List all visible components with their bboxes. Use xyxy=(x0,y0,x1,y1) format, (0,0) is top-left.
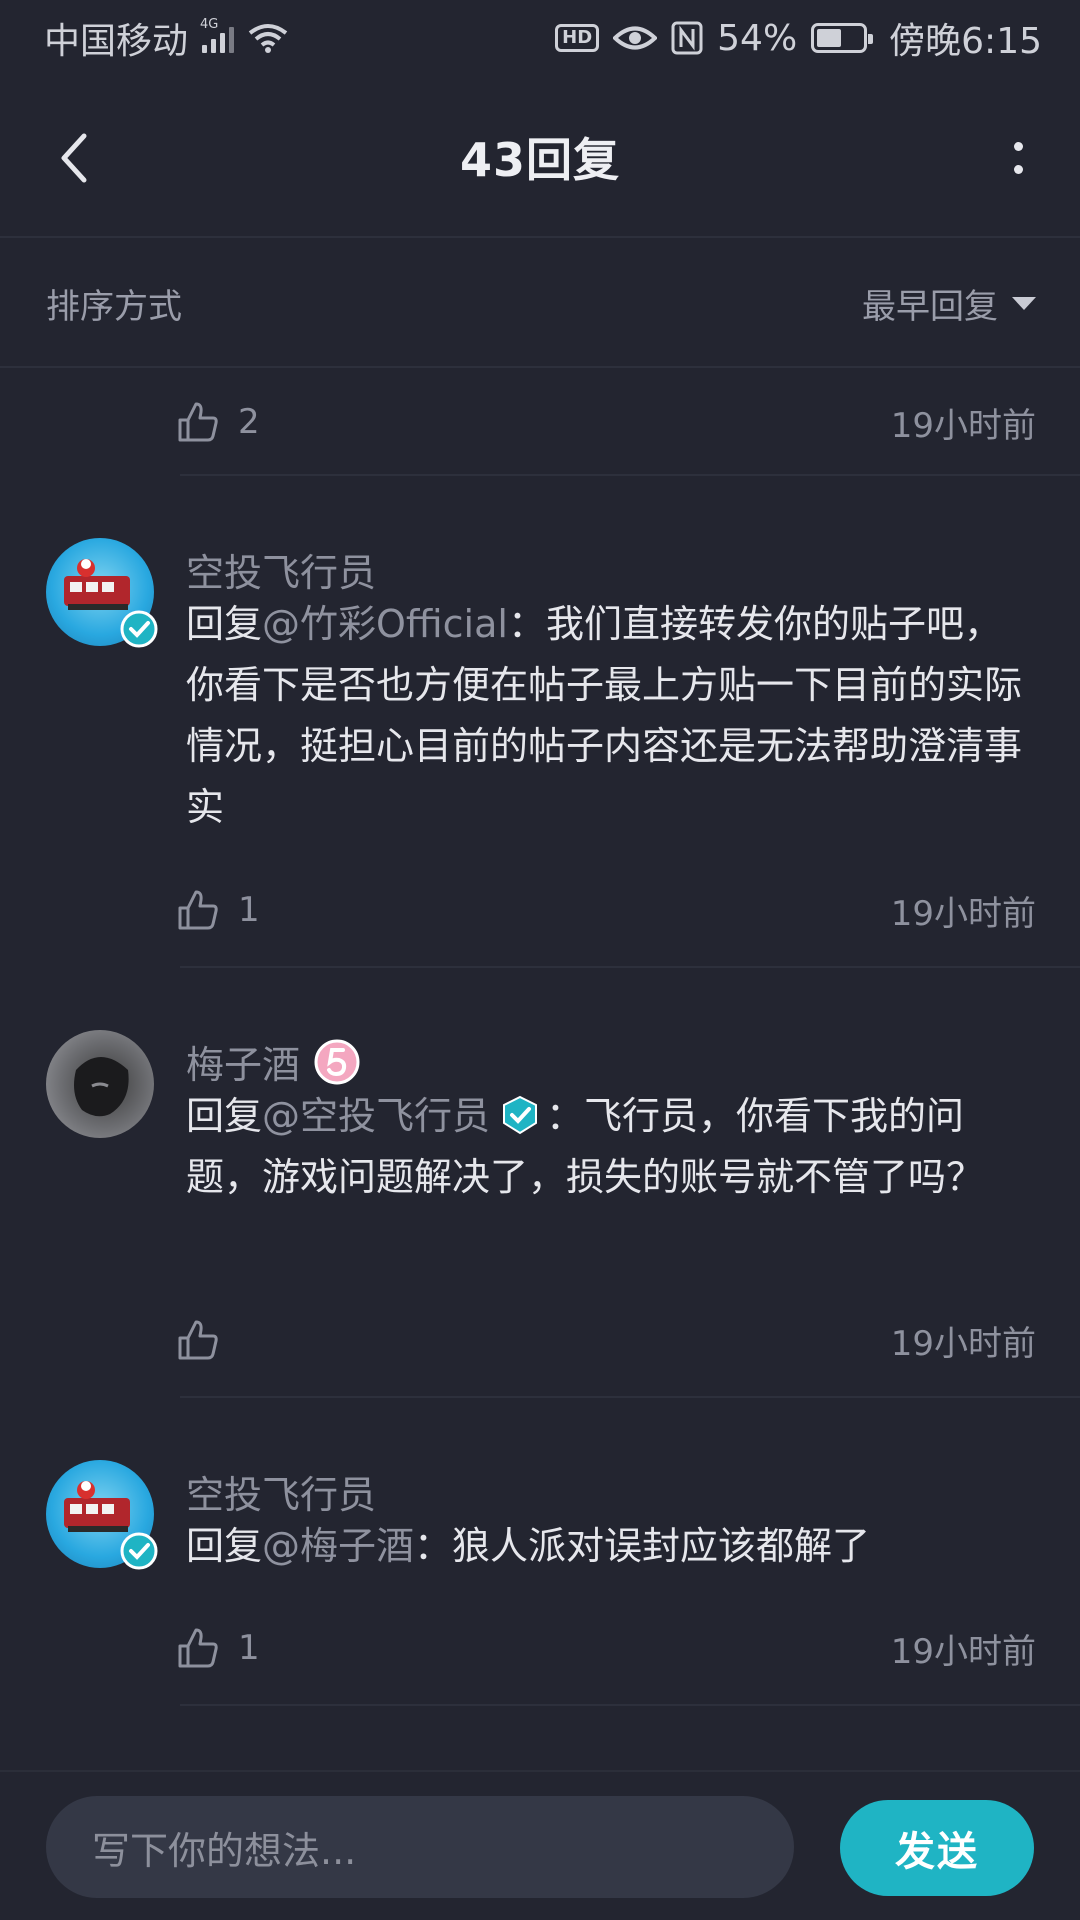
verified-badge-icon xyxy=(120,1532,158,1570)
status-bar: 中国移动 4G HD 54% 傍晚6:15 xyxy=(0,0,1080,76)
thumbs-up-icon xyxy=(178,890,218,930)
like-button[interactable] xyxy=(176,1318,238,1362)
comment-actions-partial: 2 19小时前 xyxy=(0,370,1080,474)
like-count: 1 xyxy=(238,890,260,930)
like-button[interactable]: 1 xyxy=(176,1626,260,1670)
back-arrow-icon[interactable] xyxy=(48,128,108,188)
comment-text: 回复@梅子酒：狼人派对误封应该都解了 xyxy=(186,1524,871,1568)
comment-actions: 1 19小时前 xyxy=(176,880,1036,940)
mention-link[interactable]: @竹彩Official xyxy=(262,602,508,646)
comment-actions: 19小时前 xyxy=(176,1310,1036,1370)
comment-actions: 1 19小时前 xyxy=(176,1618,1036,1678)
timestamp: 19小时前 xyxy=(890,893,1036,934)
page-title: 43回复 xyxy=(459,133,620,187)
battery-icon xyxy=(811,23,874,53)
wifi-icon xyxy=(248,24,288,53)
thumbs-up-icon xyxy=(178,1628,218,1668)
divider xyxy=(180,474,1080,476)
avatar[interactable] xyxy=(46,1030,154,1138)
clock: 傍晚6:15 xyxy=(889,21,1042,62)
divider xyxy=(180,1704,1080,1706)
like-count: 1 xyxy=(238,1628,260,1668)
sort-dropdown[interactable]: 最早回复 xyxy=(862,279,1036,328)
thumbs-up-icon xyxy=(178,1320,218,1360)
battery-percent: 54% xyxy=(717,17,798,59)
nfc-icon xyxy=(671,21,703,55)
sort-label: 排序方式 xyxy=(46,286,182,327)
username[interactable]: 空投飞行员 xyxy=(186,542,376,597)
send-button[interactable]: 发送 xyxy=(840,1800,1034,1896)
verified-badge-icon xyxy=(503,1095,538,1135)
sort-value-label: 最早回复 xyxy=(862,286,998,327)
comment-input[interactable]: 写下你的想法... xyxy=(46,1796,794,1898)
avatar[interactable] xyxy=(46,1460,158,1570)
level-badge-icon xyxy=(314,1039,360,1084)
more-vertical-icon[interactable] xyxy=(994,126,1042,190)
comment-composer: 写下你的想法... 发送 xyxy=(0,1770,1080,1920)
eye-icon xyxy=(613,26,658,50)
username[interactable]: 空投飞行员 xyxy=(186,1464,376,1519)
timestamp: 19小时前 xyxy=(890,1323,1036,1364)
like-button[interactable]: 1 xyxy=(176,888,260,932)
anime-avatar-image xyxy=(74,1057,129,1117)
like-button[interactable]: 2 xyxy=(176,400,260,444)
dropdown-caret-icon xyxy=(1012,296,1036,310)
timestamp: 19小时前 xyxy=(890,1631,1036,1672)
top-app-bar: 43回复 xyxy=(0,78,1080,238)
like-count: 2 xyxy=(238,402,260,442)
comment-text: 回复@空投飞行员 ：飞行员，你看下我的问题，游戏问题解决了，损失的账号就不管了吗？ xyxy=(186,1094,985,1199)
username[interactable]: 梅子酒 xyxy=(186,1034,360,1089)
avatar[interactable] xyxy=(46,538,158,648)
mention-link[interactable]: @梅子酒 xyxy=(262,1524,414,1568)
thumbs-up-icon xyxy=(178,402,218,442)
carrier-label: 中国移动 xyxy=(44,21,189,62)
sort-bar: 排序方式 最早回复 xyxy=(0,240,1080,368)
divider xyxy=(180,1396,1080,1398)
mention-link[interactable]: @空投飞行员 xyxy=(262,1094,490,1138)
timestamp: 19小时前 xyxy=(890,405,1036,446)
cellular-signal-icon: 4G xyxy=(200,17,235,53)
comment-text: 回复@竹彩Official：我们直接转发你的贴子吧，你看下是否也方便在帖子最上方… xyxy=(186,602,1023,829)
divider xyxy=(180,966,1080,968)
verified-badge-icon xyxy=(120,610,158,648)
hd-icon: HD xyxy=(555,24,600,52)
